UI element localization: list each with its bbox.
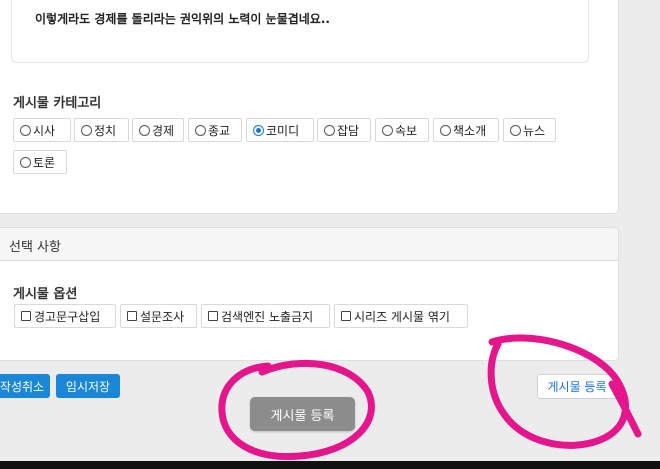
checkbox-icon[interactable]: [21, 311, 31, 321]
cancel-button[interactable]: 작성취소: [0, 374, 50, 398]
checkbox-icon[interactable]: [341, 311, 351, 321]
category-option-label: 시사: [33, 123, 56, 138]
screen-bottom-edge: [0, 461, 660, 469]
radio-icon[interactable]: [20, 156, 31, 168]
category-option-comedy[interactable]: 코미디: [246, 118, 314, 142]
category-option-politics[interactable]: 정치: [74, 118, 129, 142]
radio-icon[interactable]: [20, 124, 31, 136]
category-option-label: 경제: [152, 123, 175, 138]
radio-icon[interactable]: [195, 124, 206, 136]
category-option-label: 코미디: [266, 123, 300, 138]
option-survey[interactable]: 설문조사: [120, 304, 197, 328]
checkbox-icon[interactable]: [127, 311, 137, 321]
option-label: 경고문구삽입: [34, 309, 101, 324]
category-option-label: 정치: [94, 123, 117, 138]
radio-selected-icon[interactable]: [253, 124, 264, 136]
optional-settings-title: 선택 사항: [9, 240, 61, 255]
category-option-sisa[interactable]: 시사: [13, 118, 71, 142]
option-label: 시리즈 게시물 엮기: [354, 309, 450, 324]
option-series-link[interactable]: 시리즈 게시물 엮기: [334, 304, 468, 328]
category-option-debate[interactable]: 토론: [13, 150, 67, 174]
option-label: 설문조사: [140, 309, 185, 324]
category-option-label: 토론: [33, 155, 56, 170]
category-option-label: 속보: [395, 123, 418, 138]
category-option-breaking[interactable]: 속보: [375, 118, 429, 142]
radio-icon[interactable]: [510, 124, 521, 136]
radio-icon[interactable]: [139, 124, 150, 136]
post-options-label: 게시물 옵션: [13, 287, 78, 302]
option-no-search-index[interactable]: 검색엔진 노출금지: [201, 304, 330, 328]
optional-settings-header: 선택 사항: [0, 228, 618, 261]
post-body-text: 이렇게라도 경제를 돌리라는 권익위의 노력이 눈물겹네요..: [35, 12, 330, 26]
submit-post-secondary-button[interactable]: 게시물 등록: [537, 374, 617, 399]
radio-icon[interactable]: [382, 124, 393, 136]
category-option-news[interactable]: 뉴스: [503, 118, 556, 142]
option-warning-text[interactable]: 경고문구삽입: [14, 304, 116, 328]
category-option-label: 잡담: [337, 123, 360, 138]
submit-post-button[interactable]: 게시물 등록: [250, 397, 355, 431]
radio-icon[interactable]: [324, 124, 335, 136]
category-option-economy[interactable]: 경제: [132, 118, 184, 142]
category-option-books[interactable]: 책소개: [433, 118, 499, 142]
save-draft-button[interactable]: 임시저장: [56, 374, 120, 398]
option-label: 검색엔진 노출금지: [221, 309, 314, 324]
radio-icon[interactable]: [81, 124, 92, 136]
category-label: 게시물 카테고리: [13, 96, 102, 111]
category-option-chat[interactable]: 잡담: [317, 118, 371, 142]
category-option-religion[interactable]: 종교: [188, 118, 242, 142]
radio-icon[interactable]: [440, 124, 451, 136]
post-editor[interactable]: 이렇게라도 경제를 돌리라는 권익위의 노력이 눈물겹네요..: [11, 0, 589, 63]
category-option-label: 종교: [208, 123, 231, 138]
checkbox-icon[interactable]: [208, 311, 218, 321]
category-option-label: 책소개: [453, 123, 487, 138]
optional-settings-card: 선택 사항: [0, 227, 619, 361]
category-option-label: 뉴스: [523, 123, 546, 138]
